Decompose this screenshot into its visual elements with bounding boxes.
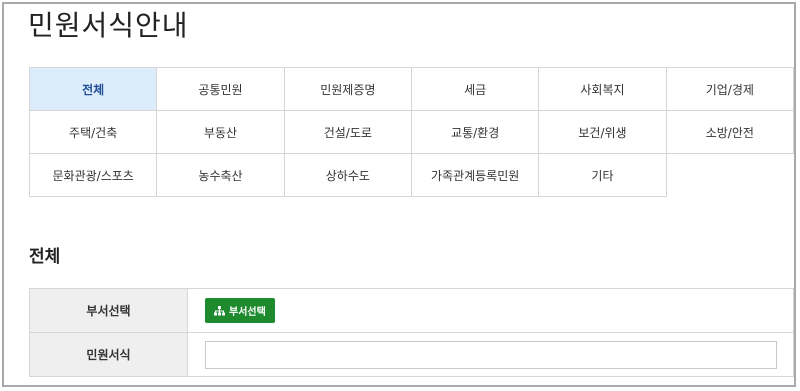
dept-row: 부서선택 부서선택 (29, 288, 794, 333)
form-label: 민원서식 (29, 332, 188, 377)
page-frame: 민원서식안내 전체 공통민원 민원제증명 세금 사회복지 기업/경제 주택/건축… (2, 2, 796, 387)
category-housing[interactable]: 주택/건축 (28, 110, 158, 154)
dept-label: 부서선택 (29, 288, 188, 333)
category-traffic[interactable]: 교통/환경 (410, 110, 540, 154)
category-row: 주택/건축 부동산 건설/도로 교통/환경 보건/위생 소방/안전 (28, 110, 795, 154)
page-title: 민원서식안내 (28, 9, 189, 42)
category-common[interactable]: 공통민원 (156, 67, 285, 111)
category-health[interactable]: 보건/위생 (538, 110, 667, 154)
form-row: 민원서식 (29, 332, 794, 377)
form-select-input[interactable] (205, 340, 777, 369)
category-all[interactable]: 전체 (28, 67, 158, 111)
category-economy[interactable]: 기업/경제 (665, 67, 795, 111)
dept-button-label: 부서선택 (229, 307, 266, 318)
category-tax[interactable]: 세금 (410, 67, 540, 111)
search-form: 부서선택 부서선택 민원서식 (29, 288, 794, 377)
form-cell (187, 332, 794, 377)
category-grid: 전체 공통민원 민원제증명 세금 사회복지 기업/경제 주택/건축 부동산 건설… (28, 67, 795, 197)
dept-cell: 부서선택 (187, 288, 794, 333)
category-row: 전체 공통민원 민원제증명 세금 사회복지 기업/경제 (28, 67, 795, 111)
section-title: 전체 (29, 247, 61, 267)
category-water[interactable]: 상하수도 (283, 153, 412, 197)
org-chart-icon (214, 305, 225, 315)
category-agriculture[interactable]: 농수축산 (156, 153, 285, 197)
category-family-registry[interactable]: 가족관계등록민원 (410, 153, 540, 197)
category-row: 문화관광/스포츠 농수축산 상하수도 가족관계등록민원 기타 (28, 153, 794, 197)
category-culture[interactable]: 문화관광/스포츠 (28, 153, 158, 197)
category-realestate[interactable]: 부동산 (156, 110, 285, 154)
category-fire-safety[interactable]: 소방/안전 (665, 110, 795, 154)
dept-select-button[interactable]: 부서선택 (205, 298, 275, 323)
category-empty-cell (666, 154, 793, 197)
category-welfare[interactable]: 사회복지 (538, 67, 667, 111)
category-etc[interactable]: 기타 (538, 153, 667, 197)
category-certificates[interactable]: 민원제증명 (283, 67, 412, 111)
category-construction[interactable]: 건설/도로 (283, 110, 412, 154)
